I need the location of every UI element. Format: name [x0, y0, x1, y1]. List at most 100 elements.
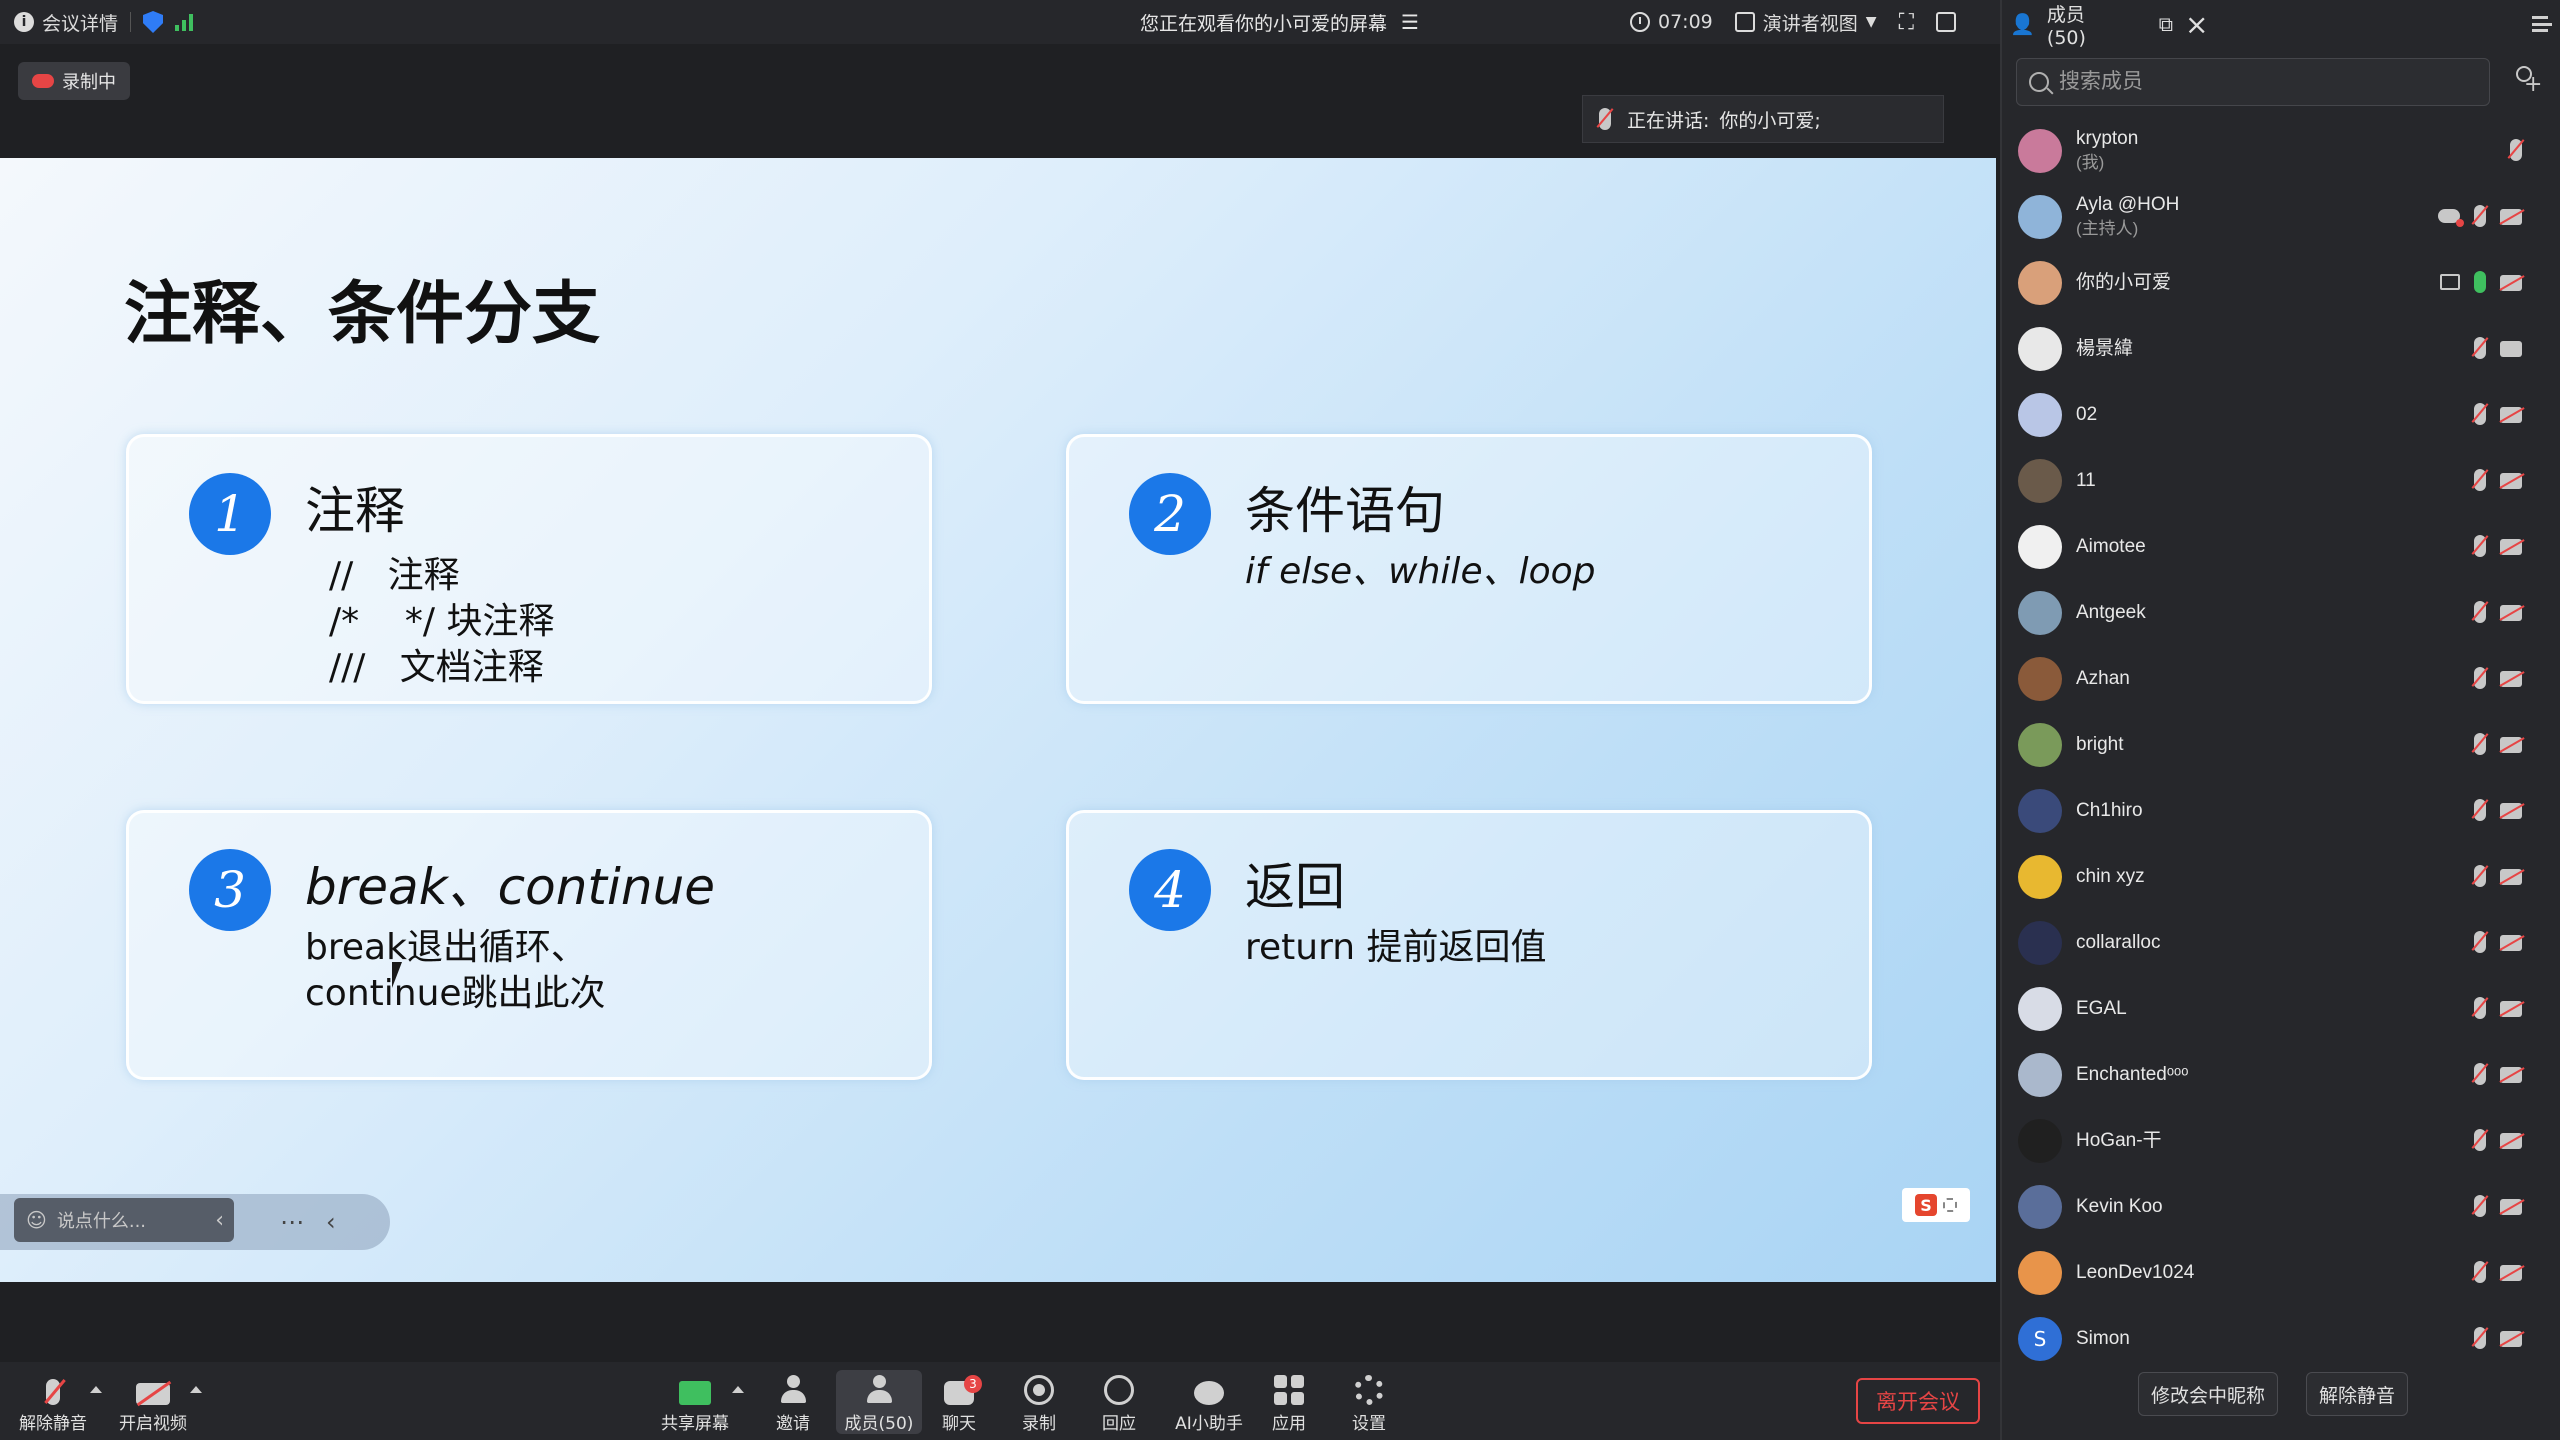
- camera-off-icon[interactable]: [2500, 539, 2522, 555]
- add-user-icon[interactable]: [2510, 66, 2542, 97]
- mic-muted-icon[interactable]: [2474, 733, 2486, 755]
- meeting-info-button[interactable]: i 会议详情: [14, 9, 118, 36]
- camera-off-icon[interactable]: [2500, 1331, 2522, 1347]
- mic-muted-icon[interactable]: [2474, 1129, 2486, 1151]
- screen-share-notice[interactable]: 您正在观看你的小可爱的屏幕 ☰: [1140, 0, 1419, 44]
- sidebar-toggle-icon[interactable]: [1935, 12, 1956, 32]
- mic-muted-icon[interactable]: [2474, 1327, 2486, 1349]
- member-row[interactable]: Ayla @HOH (主持人): [2002, 184, 2560, 250]
- mic-muted-icon[interactable]: [2474, 865, 2486, 887]
- video-options-caret-icon[interactable]: [190, 1386, 202, 1393]
- member-row[interactable]: EGAL: [2002, 976, 2560, 1042]
- camera-off-icon[interactable]: [2500, 1199, 2522, 1215]
- camera-off-icon[interactable]: [2500, 671, 2522, 687]
- member-name: Ch1hiro: [2076, 799, 2143, 823]
- member-row[interactable]: 11: [2002, 448, 2560, 514]
- member-row[interactable]: 楊景緯: [2002, 316, 2560, 382]
- mic-muted-icon[interactable]: [2474, 799, 2486, 821]
- camera-off-icon[interactable]: [2500, 473, 2522, 489]
- mic-muted-icon[interactable]: [2474, 403, 2486, 425]
- leave-meeting-button[interactable]: 离开会议: [1856, 1378, 1980, 1424]
- share-options-caret-icon[interactable]: [732, 1386, 744, 1393]
- member-row[interactable]: Aimotee: [2002, 514, 2560, 580]
- record-button[interactable]: 录制: [1000, 1370, 1078, 1434]
- member-name-text: LeonDev1024: [2076, 1262, 2195, 1283]
- security-shield-icon[interactable]: [143, 11, 164, 33]
- recording-indicator[interactable]: 录制中: [18, 62, 130, 100]
- member-row[interactable]: chin xyz: [2002, 844, 2560, 910]
- camera-off-icon[interactable]: [2500, 935, 2522, 951]
- list-icon[interactable]: ☰: [1401, 10, 1419, 34]
- member-row[interactable]: krypton (我): [2002, 118, 2560, 184]
- menu-icon[interactable]: [2532, 16, 2552, 32]
- camera-off-icon[interactable]: [2500, 1133, 2522, 1149]
- view-mode-dropdown[interactable]: 演讲者视图 ▼: [1734, 9, 1877, 36]
- avatar: [2018, 789, 2062, 833]
- card-title: 条件语句: [1245, 482, 1445, 540]
- member-row[interactable]: bright: [2002, 712, 2560, 778]
- member-search[interactable]: [2016, 58, 2490, 106]
- more-icon[interactable]: ⋯: [280, 1208, 304, 1236]
- member-row[interactable]: 你的小可爱: [2002, 250, 2560, 316]
- member-name: LeonDev1024: [2076, 1261, 2194, 1285]
- member-row[interactable]: 02: [2002, 382, 2560, 448]
- chevron-left-icon[interactable]: ‹: [215, 1208, 224, 1233]
- audio-options-caret-icon[interactable]: [90, 1386, 102, 1393]
- mic-muted-icon[interactable]: [2510, 139, 2522, 161]
- camera-off-icon[interactable]: [2500, 407, 2522, 423]
- mic-muted-icon[interactable]: [2474, 997, 2486, 1019]
- mic-muted-icon[interactable]: [2474, 469, 2486, 491]
- settings-button[interactable]: 设置: [1330, 1370, 1408, 1434]
- camera-off-icon[interactable]: [2500, 869, 2522, 885]
- member-row[interactable]: LeonDev1024: [2002, 1240, 2560, 1306]
- mic-muted-icon[interactable]: [2474, 1195, 2486, 1217]
- unmute-all-button[interactable]: 解除静音: [2306, 1372, 2409, 1416]
- avatar: S: [2018, 1317, 2062, 1361]
- mic-muted-icon[interactable]: [2474, 1261, 2486, 1283]
- chat-quick-input[interactable]: ☺ 说点什么... ‹: [14, 1198, 234, 1242]
- members-button[interactable]: 成员(50): [836, 1370, 922, 1434]
- mic-muted-icon[interactable]: [2474, 931, 2486, 953]
- rename-button[interactable]: 修改会中昵称: [2138, 1372, 2279, 1416]
- camera-off-icon[interactable]: [2500, 1265, 2522, 1281]
- invite-button[interactable]: 邀请: [754, 1370, 832, 1434]
- emoji-icon[interactable]: ☺: [26, 1208, 47, 1232]
- start-video-button[interactable]: 开启视频: [114, 1370, 192, 1434]
- mic-on-icon[interactable]: [2474, 271, 2486, 293]
- member-row[interactable]: Azhan: [2002, 646, 2560, 712]
- member-row[interactable]: Kevin Koo: [2002, 1174, 2560, 1240]
- camera-off-icon[interactable]: [2500, 1001, 2522, 1017]
- mic-muted-icon[interactable]: [2474, 1063, 2486, 1085]
- ai-assistant-button[interactable]: AI小助手: [1164, 1370, 1254, 1434]
- unmute-button[interactable]: 解除静音: [14, 1370, 92, 1434]
- member-row[interactable]: S Simon: [2002, 1306, 2560, 1372]
- mic-muted-icon[interactable]: [2474, 601, 2486, 623]
- collapse-icon[interactable]: ‹: [326, 1208, 336, 1236]
- chat-button[interactable]: 3 聊天: [920, 1370, 998, 1434]
- camera-off-icon[interactable]: [2500, 803, 2522, 819]
- member-row[interactable]: collaralloc: [2002, 910, 2560, 976]
- share-screen-button[interactable]: 共享屏幕: [656, 1370, 734, 1434]
- apps-button[interactable]: 应用: [1250, 1370, 1328, 1434]
- mic-muted-icon[interactable]: [2474, 667, 2486, 689]
- search-input[interactable]: [2059, 70, 2459, 94]
- member-row[interactable]: Ch1hiro: [2002, 778, 2560, 844]
- member-row[interactable]: Enchantedᵒᵒᵒ: [2002, 1042, 2560, 1108]
- camera-off-icon[interactable]: [2500, 275, 2522, 291]
- mic-muted-icon[interactable]: [2474, 535, 2486, 557]
- mic-muted-icon[interactable]: [2474, 337, 2486, 359]
- pop-out-icon[interactable]: ⧉: [2159, 12, 2173, 36]
- camera-off-icon[interactable]: [2500, 209, 2522, 225]
- fullscreen-icon[interactable]: ⛶: [1899, 10, 1914, 35]
- reaction-button[interactable]: 回应: [1080, 1370, 1158, 1434]
- member-row[interactable]: Antgeek: [2002, 580, 2560, 646]
- close-icon[interactable]: ×: [2185, 8, 2208, 41]
- member-row[interactable]: HoGan-干: [2002, 1108, 2560, 1174]
- camera-off-icon[interactable]: [2500, 605, 2522, 621]
- camera-off-icon[interactable]: [2500, 737, 2522, 753]
- member-name-text: 楊景緯: [2076, 338, 2134, 359]
- camera-on-icon[interactable]: [2500, 341, 2522, 357]
- network-signal-icon[interactable]: [175, 13, 194, 31]
- mic-muted-icon[interactable]: [2474, 205, 2486, 227]
- camera-off-icon[interactable]: [2500, 1067, 2522, 1083]
